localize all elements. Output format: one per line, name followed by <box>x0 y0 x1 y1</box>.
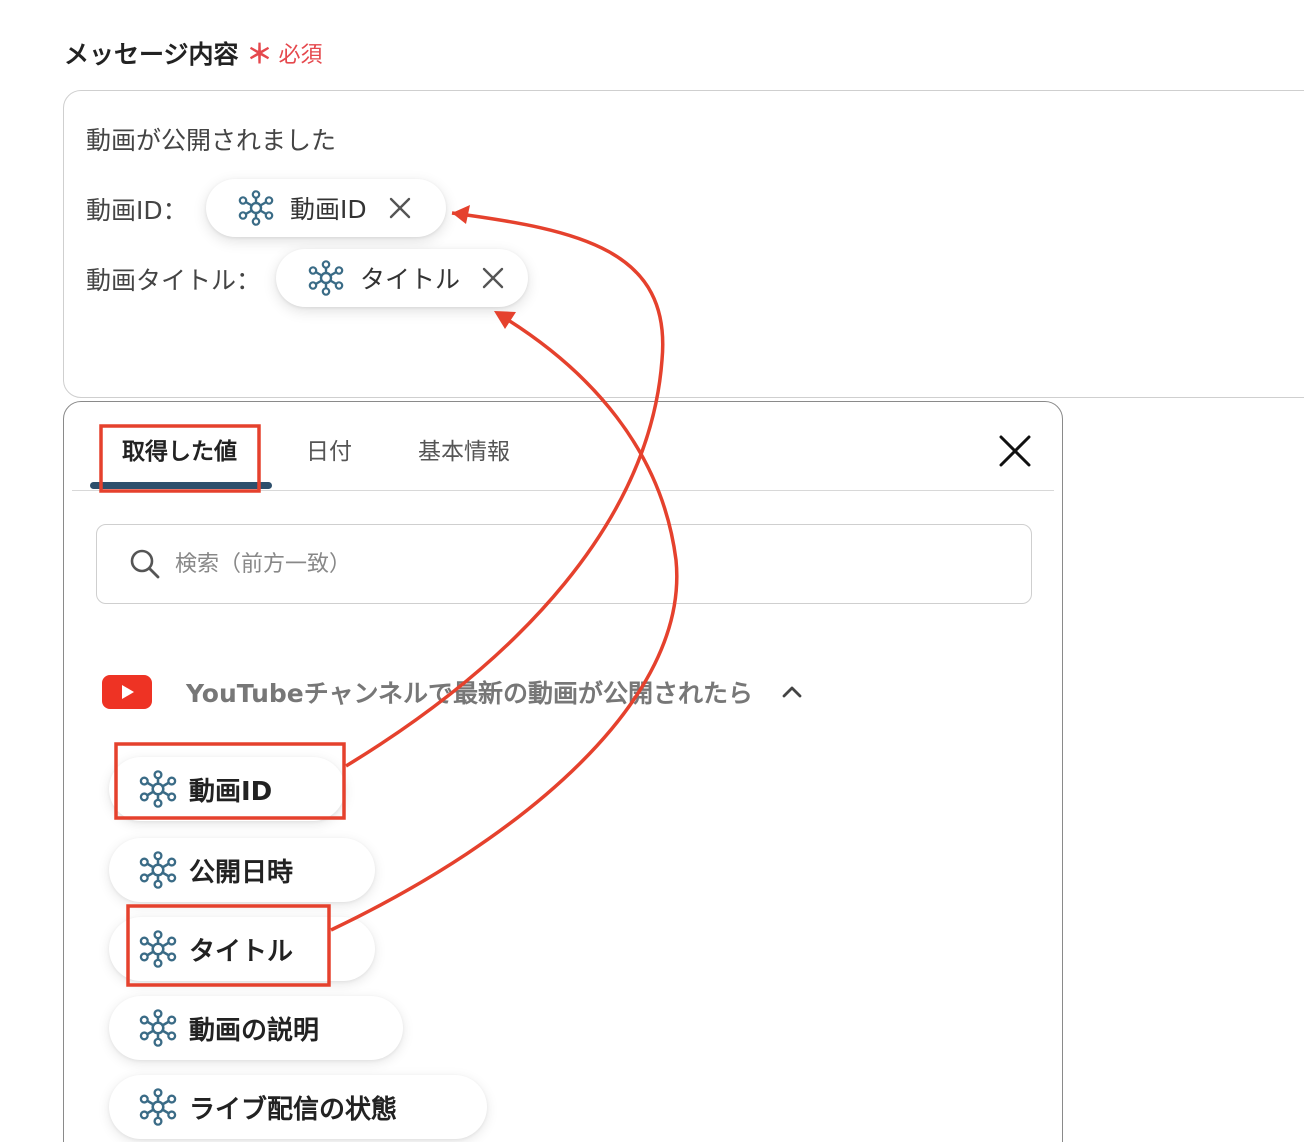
close-x-icon[interactable] <box>387 195 413 221</box>
section-title: YouTubeチャンネルで最新の動画が公開されたら <box>186 679 753 708</box>
required-text: 必須 <box>278 42 323 68</box>
list-item-label: 公開日時 <box>189 857 294 888</box>
network-node-icon <box>238 190 274 226</box>
variable-chip-video-id[interactable]: 動画ID <box>206 179 446 237</box>
youtube-icon <box>102 675 152 709</box>
list-item-title[interactable]: タイトル <box>109 917 375 981</box>
page: メッセージ内容 ＊ 必須 動画が公開されました 動画ID： 動画タイトル： 動画… <box>0 0 1304 1142</box>
search-input[interactable] <box>173 550 937 578</box>
list-item-published-at[interactable]: 公開日時 <box>109 838 375 902</box>
chevron-up-icon[interactable] <box>779 679 805 705</box>
list-item-live-status[interactable]: ライブ配信の状態 <box>109 1075 487 1139</box>
list-item-label: 動画の説明 <box>189 1015 320 1046</box>
variable-chip-label: 動画ID <box>290 195 367 224</box>
network-node-icon <box>139 930 177 968</box>
variable-chip-label: タイトル <box>360 265 461 294</box>
active-tab-indicator <box>90 482 272 489</box>
network-node-icon <box>139 1009 177 1047</box>
tab-basic-info[interactable]: 基本情報 <box>418 432 510 466</box>
network-node-icon <box>139 1088 177 1126</box>
variable-chip-title[interactable]: タイトル <box>276 249 528 307</box>
network-node-icon <box>139 851 177 889</box>
field-label: メッセージ内容 ＊ 必須 <box>64 34 323 71</box>
message-line-1: 動画が公開されました <box>86 126 337 155</box>
search-icon <box>130 549 160 579</box>
list-item-label: ライブ配信の状態 <box>189 1094 398 1125</box>
close-x-icon[interactable] <box>998 434 1032 468</box>
list-item-video-id[interactable]: 動画ID <box>109 757 345 821</box>
variable-picker-panel: 取得した値 日付 基本情報 YouTubeチャンネルで最新の動画が公開されたら <box>63 401 1063 1142</box>
tab-acquired-values[interactable]: 取得した値 <box>122 432 237 466</box>
close-x-icon[interactable] <box>480 265 506 291</box>
network-node-icon <box>308 260 344 296</box>
tab-divider <box>72 490 1054 491</box>
tab-date[interactable]: 日付 <box>306 432 352 466</box>
search-box <box>96 524 1032 604</box>
message-line-2-prefix: 動画ID： <box>86 196 188 225</box>
required-asterisk: ＊ <box>246 40 273 70</box>
message-textarea[interactable]: 動画が公開されました 動画ID： 動画タイトル： 動画ID タイトル <box>63 90 1304 398</box>
network-node-icon <box>139 770 177 808</box>
list-item-description[interactable]: 動画の説明 <box>109 996 403 1060</box>
section-header-youtube[interactable]: YouTubeチャンネルで最新の動画が公開されたら <box>102 672 805 712</box>
field-label-text: メッセージ内容 <box>64 39 239 69</box>
message-line-3-prefix: 動画タイトル： <box>86 266 262 295</box>
list-item-label: 動画ID <box>189 776 273 807</box>
list-item-label: タイトル <box>189 936 294 967</box>
